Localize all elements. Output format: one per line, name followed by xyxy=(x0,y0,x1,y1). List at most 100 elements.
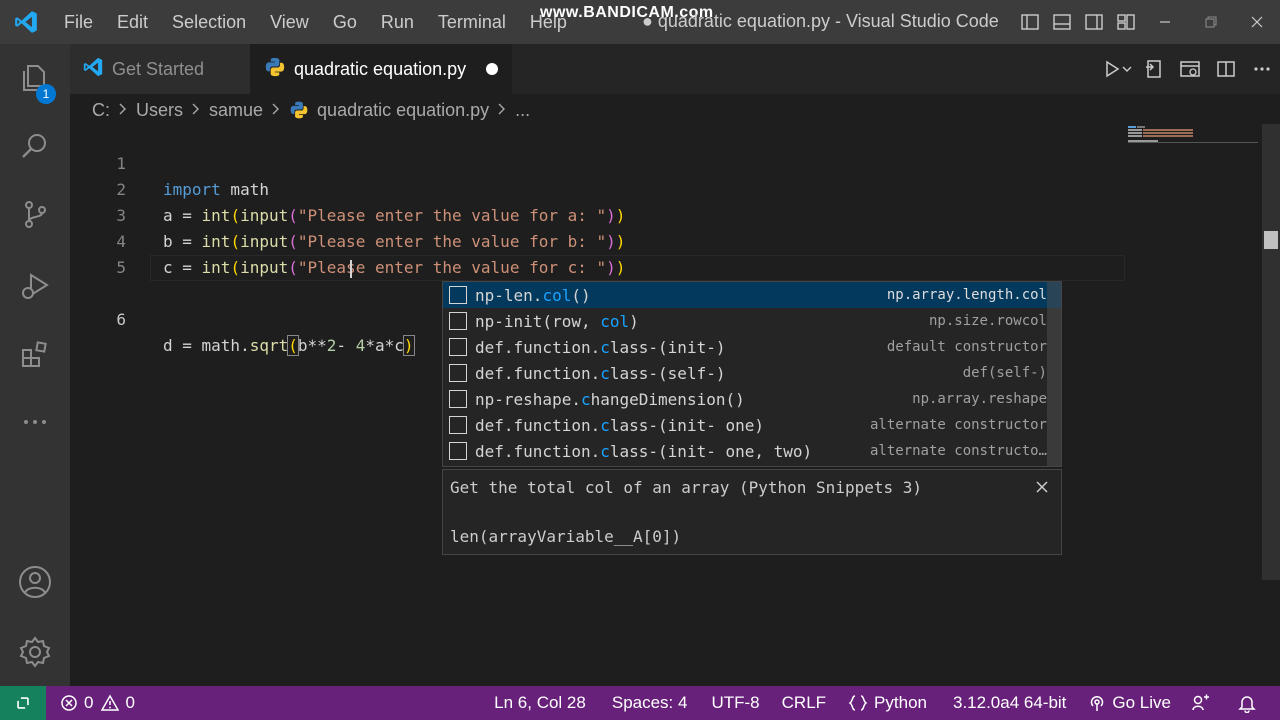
breadcrumb: C: Users samue quadratic equation.py ... xyxy=(92,96,530,124)
search-icon[interactable] xyxy=(0,116,70,176)
settings-gear-icon[interactable] xyxy=(0,622,70,682)
suggestion-item[interactable]: np-init(row, col) np.size.rowcol xyxy=(443,308,1061,334)
suggestion-detail: default constructor xyxy=(886,339,1047,355)
details-code: len(arrayVariable__A[0]) xyxy=(450,527,682,546)
tab-label: quadratic equation.py xyxy=(294,58,467,79)
menu-file[interactable]: File xyxy=(52,0,105,44)
vscode-logo-icon[interactable] xyxy=(0,0,52,44)
minimize-button[interactable] xyxy=(1142,0,1188,44)
notifications-bell-icon[interactable] xyxy=(1228,686,1272,720)
suggestion-label: def.function.class-(init- one, two) xyxy=(475,441,813,461)
customize-layout-icon[interactable] xyxy=(1110,0,1142,44)
menu-selection[interactable]: Selection xyxy=(160,0,258,44)
vertical-scrollbar[interactable] xyxy=(1262,124,1280,580)
indentation[interactable]: Spaces: 4 xyxy=(603,686,697,720)
run-debug-icon[interactable] xyxy=(0,256,70,316)
more-views-icon[interactable] xyxy=(0,392,70,452)
language-label: Python xyxy=(874,693,927,712)
close-icon[interactable] xyxy=(1031,476,1053,498)
more-actions-icon[interactable] xyxy=(1244,44,1280,94)
suggestion-item[interactable]: np-len.col() np.array.length.col xyxy=(443,282,1061,308)
menu-bar: File Edit Selection View Go Run Terminal… xyxy=(52,0,579,44)
explorer-icon[interactable]: 1 xyxy=(0,48,70,108)
details-title: Get the total col of an array (Python Sn… xyxy=(450,478,923,497)
status-bar-right: Ln 6, Col 28 Spaces: 4 UTF-8 CRLF Python… xyxy=(485,686,1280,720)
python-interpreter[interactable]: 3.12.0a4 64-bit xyxy=(944,686,1075,720)
suggest-details-pane: Get the total col of an array (Python Sn… xyxy=(442,469,1062,555)
open-changes-icon[interactable] xyxy=(1136,44,1172,94)
split-editor-icon[interactable] xyxy=(1208,44,1244,94)
suggestion-label: np-init(row, col) xyxy=(475,311,639,331)
breadcrumb-more[interactable]: ... xyxy=(515,100,530,121)
go-live-button[interactable]: Go Live xyxy=(1079,686,1180,720)
code-line: 3 b = int(input("Please enter the value … xyxy=(70,177,1130,251)
go-live-label: Go Live xyxy=(1112,693,1171,712)
tab-bar: Get Started quadratic equation.py xyxy=(70,44,1280,94)
suggestion-item[interactable]: def.function.class-(init-) default const… xyxy=(443,334,1061,360)
open-preview-icon[interactable] xyxy=(1172,44,1208,94)
snippet-icon xyxy=(449,286,467,304)
suggest-widget: np-len.col() np.array.length.col np-init… xyxy=(442,281,1062,467)
activity-bar: 1 xyxy=(0,44,70,686)
restore-button[interactable] xyxy=(1188,0,1234,44)
suggestion-item[interactable]: def.function.class-(init- one) alternate… xyxy=(443,412,1061,438)
warning-icon xyxy=(101,694,120,711)
code-line: 2 a = int(input("Please enter the value … xyxy=(70,151,1130,225)
suggestion-label: def.function.class-(self-) xyxy=(475,363,726,383)
suggest-scrollbar[interactable] xyxy=(1047,282,1061,466)
scrollbar-cursor-marker xyxy=(1264,231,1278,249)
unsaved-dot-icon[interactable] xyxy=(486,63,499,75)
problems-indicator[interactable]: 0 0 xyxy=(46,686,144,720)
python-file-icon xyxy=(264,56,286,83)
suggestion-detail: np.array.reshape xyxy=(912,391,1047,407)
title-bar: File Edit Selection View Go Run Terminal… xyxy=(0,0,1280,44)
feedback-icon[interactable] xyxy=(1182,686,1226,720)
breadcrumb-file[interactable]: quadratic equation.py xyxy=(317,100,489,121)
suggestion-item[interactable]: def.function.class-(self-) def(self-) xyxy=(443,360,1061,386)
mouse-ibeam-cursor xyxy=(350,260,352,278)
menu-run[interactable]: Run xyxy=(369,0,426,44)
warning-count: 0 xyxy=(125,693,135,712)
breadcrumb-drive[interactable]: C: xyxy=(92,100,110,121)
tab-quadratic-equation[interactable]: quadratic equation.py xyxy=(250,44,512,94)
snippet-icon xyxy=(449,364,467,382)
menu-terminal[interactable]: Terminal xyxy=(426,0,518,44)
window-title: ● quadratic equation.py - Visual Studio … xyxy=(642,11,999,31)
close-window-button[interactable] xyxy=(1234,0,1280,44)
editor-actions xyxy=(1094,44,1280,94)
vscode-tab-icon xyxy=(82,56,104,83)
chevron-right-icon xyxy=(271,100,281,121)
code-line: 1 import math xyxy=(70,125,1130,199)
snippet-icon xyxy=(449,442,467,460)
suggestion-detail: np.array.length.col xyxy=(886,287,1047,303)
suggestion-label: np-len.col() xyxy=(475,285,591,305)
remote-indicator-icon[interactable] xyxy=(0,686,46,720)
breadcrumb-samue[interactable]: samue xyxy=(209,100,263,121)
suggestion-detail: alternate constructor xyxy=(869,417,1047,433)
toggle-primary-sidebar-icon[interactable] xyxy=(1014,0,1046,44)
menu-go[interactable]: Go xyxy=(321,0,369,44)
toggle-secondary-sidebar-icon[interactable] xyxy=(1078,0,1110,44)
cursor-position[interactable]: Ln 6, Col 28 xyxy=(485,686,595,720)
end-of-line[interactable]: CRLF xyxy=(773,686,835,720)
tab-label: Get Started xyxy=(112,58,205,79)
menu-view[interactable]: View xyxy=(258,0,321,44)
toggle-panel-icon[interactable] xyxy=(1046,0,1078,44)
source-control-icon[interactable] xyxy=(0,184,70,244)
language-mode[interactable]: Python xyxy=(839,686,936,720)
breadcrumb-users[interactable]: Users xyxy=(136,100,183,121)
extensions-icon[interactable] xyxy=(0,324,70,384)
suggestion-item[interactable]: def.function.class-(init- one, two) alte… xyxy=(443,438,1061,464)
code-line-current: 6 d = math.sqrt(b**2- 4*a*c) xyxy=(70,255,1130,356)
chevron-down-icon[interactable] xyxy=(1118,44,1136,94)
encoding[interactable]: UTF-8 xyxy=(702,686,768,720)
suggestion-detail: alternate constructo… xyxy=(869,443,1047,459)
suggestion-item[interactable]: np-reshape.changeDimension() np.array.re… xyxy=(443,386,1061,412)
menu-edit[interactable]: Edit xyxy=(105,0,160,44)
status-bar: 0 0 Ln 6, Col 28 Spaces: 4 UTF-8 CRLF Py… xyxy=(0,686,1280,720)
snippet-icon xyxy=(449,338,467,356)
minimap[interactable] xyxy=(1128,126,1258,146)
suggestion-label: def.function.class-(init-) xyxy=(475,337,726,357)
accounts-icon[interactable] xyxy=(0,552,70,612)
tab-get-started[interactable]: Get Started xyxy=(70,44,250,94)
